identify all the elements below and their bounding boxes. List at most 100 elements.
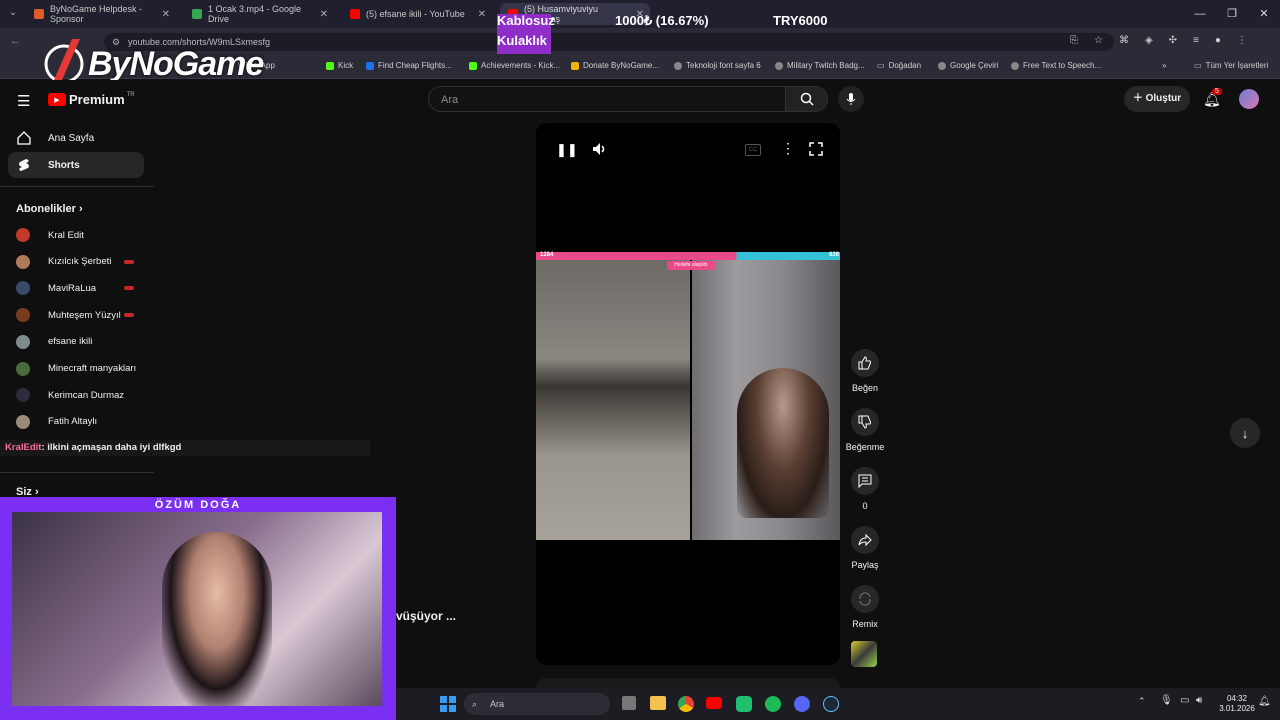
captions-icon[interactable]: CC (745, 144, 761, 156)
taskbar-clock[interactable]: 04:32 3.01.2026 (1214, 694, 1260, 714)
bookmark-star-icon[interactable]: ☆ (1094, 35, 1103, 49)
taskbar-search[interactable]: ⌕ Ara (464, 693, 610, 715)
tab-title: (5) efsane ikili - YouTube (366, 9, 465, 19)
spotify-icon[interactable] (765, 696, 781, 712)
youtube-logo[interactable]: ▶ Premium TR (48, 92, 135, 107)
bookmark-label: Achievements - Kick... (481, 61, 561, 70)
sidebar-item-home[interactable]: Ana Sayfa (8, 125, 144, 151)
reading-list-icon[interactable]: ≡ (1193, 35, 1199, 49)
subscription-item[interactable]: MaviRaLua (16, 278, 146, 298)
voice-search-button[interactable] (838, 86, 864, 112)
pause-icon[interactable]: ❚❚ (556, 142, 578, 158)
like-label: Beğen (851, 383, 879, 393)
chrome-icon[interactable] (678, 696, 694, 712)
file-explorer-icon[interactable] (650, 696, 666, 710)
network-icon[interactable]: ▭ (1180, 695, 1189, 706)
close-tab-icon[interactable]: ✕ (162, 9, 170, 20)
subscription-item[interactable]: Kral Edit (16, 225, 146, 245)
channel-name: Kral Edit (48, 229, 84, 241)
search-button[interactable] (786, 86, 828, 112)
bookmark-item[interactable]: Google Çeviri (938, 61, 998, 70)
comments-button[interactable]: 0 (844, 467, 886, 511)
bookmark-item[interactable]: Teknoloji font sayfa 6 (674, 61, 761, 70)
extension-icon[interactable]: ◈ (1145, 35, 1153, 49)
close-window-icon[interactable]: ✕ (1248, 0, 1280, 28)
live-indicator-icon (124, 313, 134, 318)
streamer-figure (162, 532, 272, 706)
menu-icon[interactable]: ☰ (17, 92, 30, 110)
subscription-item[interactable]: Kızılcık Şerbeti (16, 252, 146, 272)
bookmark-item[interactable]: Free Text to Speech... (1011, 61, 1101, 70)
minimize-icon[interactable]: — (1184, 0, 1216, 28)
bookmark-label: Military Twitch Badg... (787, 61, 865, 70)
logo-region: TR (126, 92, 135, 98)
next-video-arrow-icon[interactable]: ↓ (1230, 418, 1260, 448)
discord-icon[interactable] (794, 696, 810, 712)
close-tab-icon[interactable]: ✕ (320, 9, 328, 20)
tab-search-icon[interactable]: ⌄ (6, 7, 20, 21)
sidebar-item-shorts[interactable]: Shorts (8, 152, 144, 178)
speaker-icon[interactable]: 🔊︎ (1196, 695, 1202, 706)
install-icon[interactable]: ⎘ (1070, 35, 1078, 49)
bookmark-label: Doğadan (888, 61, 922, 70)
tray-chevron-icon[interactable]: ⌃ (1138, 696, 1146, 707)
bookmark-folder[interactable]: ▭ Doğadan (877, 61, 921, 70)
share-button[interactable]: Paylaş (844, 526, 886, 570)
back-icon[interactable]: ← (10, 35, 21, 47)
subscription-item[interactable]: Kerimcan Durmaz (16, 385, 146, 405)
volume-icon[interactable] (591, 141, 607, 162)
taskbar-search-label: Ara (490, 699, 505, 709)
translate-icon[interactable]: ⌘ (1119, 35, 1129, 49)
like-button[interactable]: Beğen (844, 349, 886, 393)
puzzle-icon[interactable]: ✣ (1169, 35, 1177, 49)
menu-kebab-icon[interactable]: ⋮ (1237, 35, 1247, 49)
youtube-app-icon[interactable] (706, 697, 722, 709)
maximize-icon[interactable]: ❐ (1216, 0, 1248, 28)
subscription-item[interactable]: Minecraft manyakları (16, 359, 146, 379)
create-button[interactable]: ＋ Oluştur (1124, 86, 1190, 112)
folder-icon: ▭ (1194, 61, 1202, 70)
live-indicator-icon (124, 259, 134, 264)
sound-thumbnail[interactable] (851, 641, 877, 667)
remix-button[interactable]: Remix (844, 585, 886, 629)
bookmark-item[interactable]: Donate ByNoGame... (571, 61, 659, 70)
sidebar-item-label: Ana Sayfa (48, 132, 95, 144)
subscription-item[interactable]: Fatih Altaylı (16, 412, 146, 432)
task-view-icon[interactable] (622, 696, 636, 710)
browser-tab[interactable]: (5) efsane ikili - YouTube ✕ (342, 3, 492, 25)
fullscreen-icon[interactable] (809, 142, 823, 161)
goal-item-line1: Kablosuz (497, 13, 555, 28)
comments-count: 0 (862, 501, 868, 511)
tray-mic-icon[interactable]: 🎙︎ (1160, 695, 1173, 706)
notification-center-icon[interactable]: 🔔︎ (1258, 696, 1271, 707)
close-tab-icon[interactable]: ✕ (478, 9, 486, 20)
steam-icon[interactable] (823, 696, 839, 712)
donation-goal-widget: Kablosuz Kulaklık 1000₺ (16.67%) TRY6000 (497, 8, 837, 54)
subscription-item[interactable]: Muhteşem Yüzyıl (16, 305, 146, 325)
search-input[interactable]: Ara (428, 86, 786, 112)
tab-favicon-icon (350, 9, 360, 19)
dislike-label: Beğenme (845, 442, 885, 452)
more-options-icon[interactable]: ⋮ (781, 140, 795, 157)
tab-favicon-icon (34, 9, 44, 19)
all-bookmarks[interactable]: ▭ Tüm Yer İşaretleri (1194, 61, 1268, 70)
comment-icon (851, 467, 879, 495)
bookmark-label: Google Çeviri (950, 61, 999, 70)
streaming-app-icon[interactable] (736, 696, 752, 712)
windows-taskbar: ⌕ Ara ⌃ 🎙︎ ▭ 🔊︎ 04:32 3.01.2026 🔔︎ (396, 688, 1280, 720)
search-icon: ⌕ (472, 699, 478, 709)
account-avatar[interactable] (1239, 89, 1259, 109)
bookmark-item[interactable]: Kick (326, 61, 353, 70)
browser-tab[interactable]: ByNoGame Helpdesk - Sponsor ✕ (26, 3, 176, 25)
bookmarks-overflow-icon[interactable]: » (1162, 61, 1166, 70)
windows-start-icon[interactable] (440, 696, 456, 712)
subscription-item[interactable]: efsane ikili (16, 332, 146, 352)
dislike-button[interactable]: Beğenme (844, 408, 886, 452)
bookmark-item[interactable]: Find Cheap Flights... (366, 61, 452, 70)
bookmark-item[interactable]: Military Twitch Badg... (775, 61, 865, 70)
profile-avatar-icon[interactable]: ● (1215, 35, 1221, 49)
bookmark-label: Donate ByNoGame... (583, 61, 660, 70)
subscriptions-heading[interactable]: Abonelikler › (16, 203, 83, 215)
bookmark-item[interactable]: Achievements - Kick... (469, 61, 560, 70)
browser-tab[interactable]: 1 Ocak 3.mp4 - Google Drive ✕ (184, 3, 334, 25)
